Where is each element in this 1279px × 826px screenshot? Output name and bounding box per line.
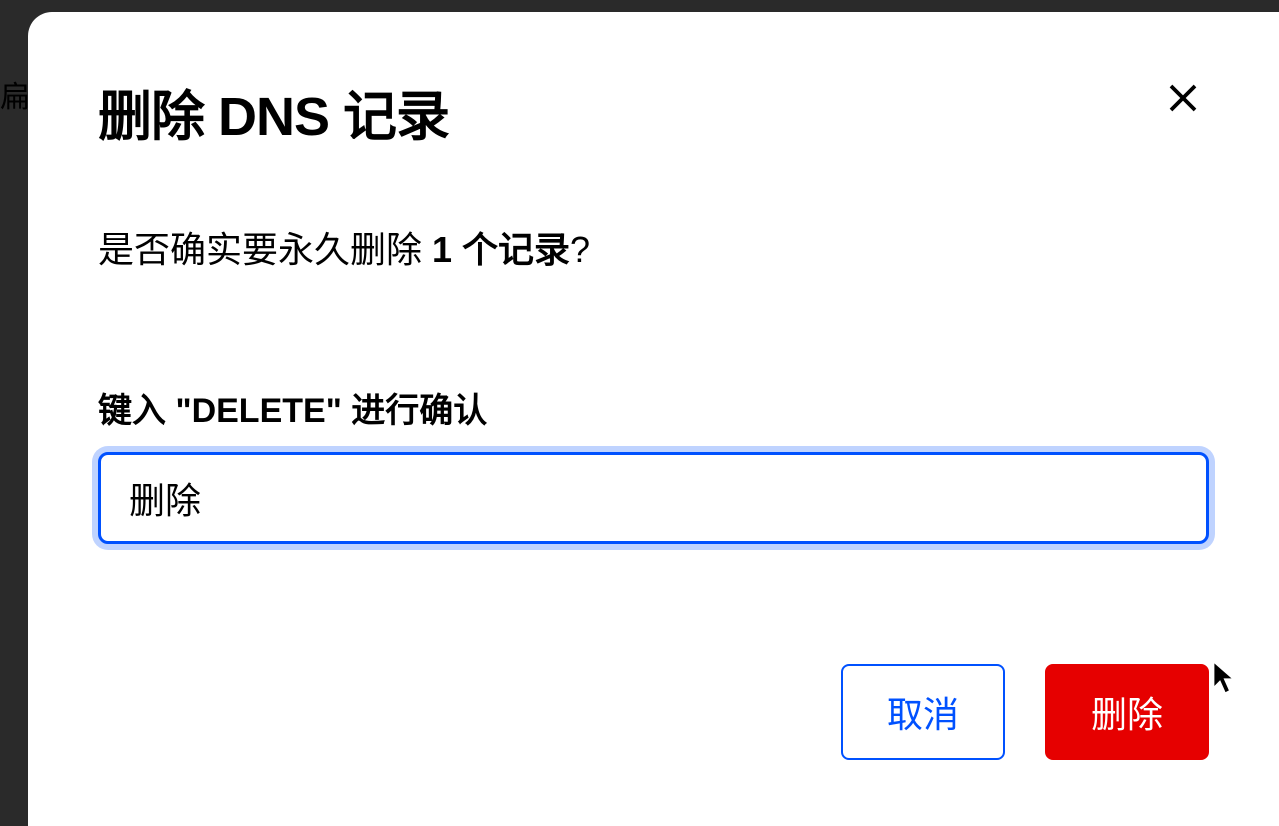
delete-button[interactable]: 删除: [1045, 664, 1209, 760]
button-row: 取消 删除: [98, 664, 1209, 760]
confirm-prefix: 是否确实要永久删除: [98, 229, 432, 270]
modal-header: 删除 DNS 记录: [98, 72, 1209, 151]
confirm-suffix: ?: [570, 229, 590, 270]
confirm-message: 是否确实要永久删除 1 个记录?: [98, 221, 1209, 273]
input-wrapper: [98, 452, 1209, 544]
confirm-count: 1 个记录: [432, 229, 570, 270]
confirm-input[interactable]: [98, 452, 1209, 544]
background-text: 扁: [0, 72, 30, 116]
cancel-button[interactable]: 取消: [841, 664, 1005, 760]
confirm-input-label: 键入 "DELETE" 进行确认: [98, 383, 1209, 432]
delete-dns-modal: 删除 DNS 记录 是否确实要永久删除 1 个记录? 键入 "DELETE" 进…: [28, 12, 1279, 826]
close-button[interactable]: [1157, 72, 1209, 124]
close-icon: [1165, 80, 1201, 116]
cursor-icon: [1211, 660, 1239, 696]
modal-title: 删除 DNS 记录: [98, 72, 449, 151]
